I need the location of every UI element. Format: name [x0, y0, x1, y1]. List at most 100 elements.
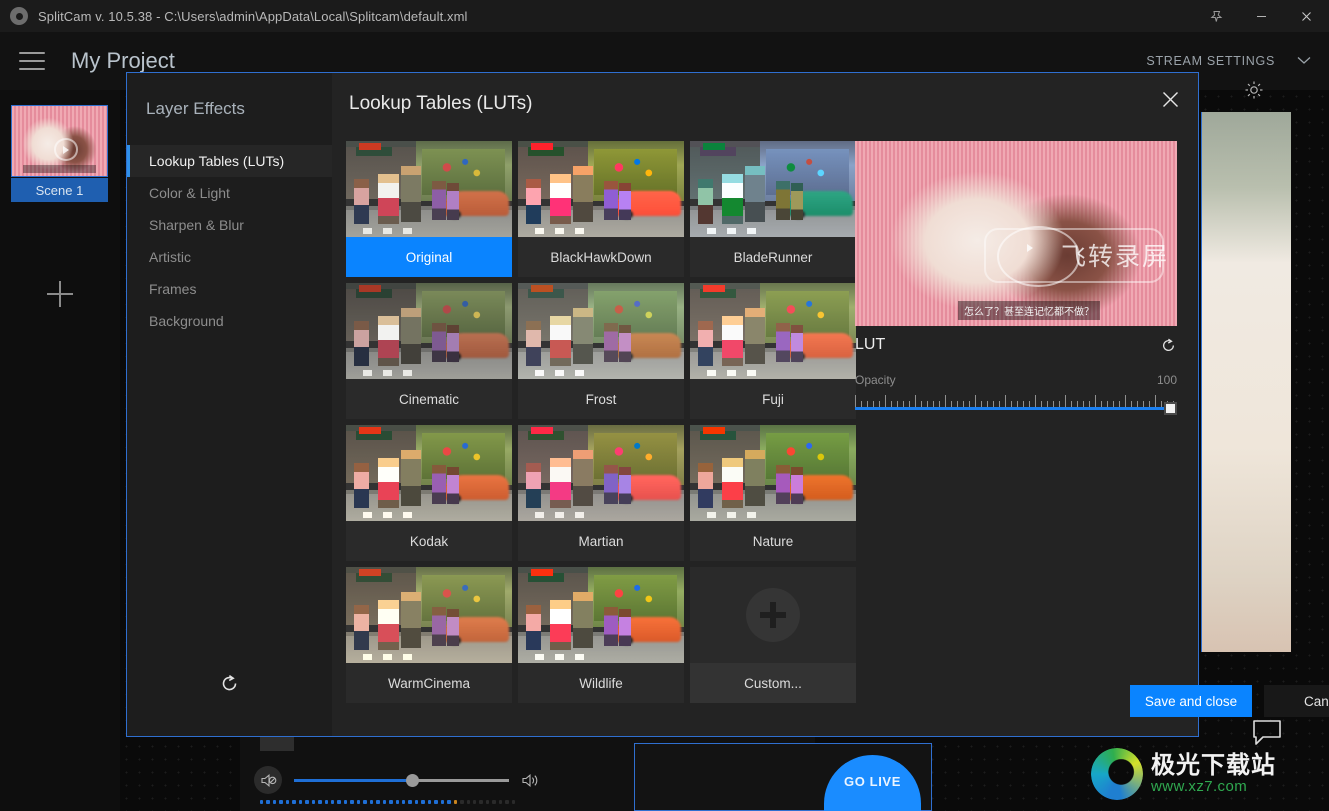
speaker-mute-icon[interactable]	[254, 766, 282, 794]
window-title: SplitCam v. 10.5.38 - C:\Users\admin\App…	[38, 8, 468, 24]
lut-label: Wildlife	[579, 675, 623, 691]
camera-chip[interactable]	[260, 735, 294, 751]
canvas-video-frame	[1202, 112, 1291, 652]
lut-label: WarmCinema	[387, 675, 470, 691]
opacity-slider[interactable]	[855, 395, 1177, 415]
lut-label: BlackHawkDown	[550, 249, 652, 265]
lut-tile-frost[interactable]: Frost	[518, 283, 684, 419]
dialog-sidebar-title: Layer Effects	[146, 99, 245, 118]
close-icon[interactable]	[1284, 0, 1329, 32]
title-bar: SplitCam v. 10.5.38 - C:\Users\admin\App…	[0, 0, 1329, 32]
watermark-title: 极光下载站	[1151, 751, 1276, 779]
lut-tile-custom[interactable]: Custom...	[690, 567, 856, 703]
dialog-title: Lookup Tables (LUTs)	[349, 93, 533, 114]
dialog-sidebar: Layer Effects Lookup Tables (LUTs) Color…	[127, 73, 332, 736]
sidebar-item-label: Artistic	[149, 249, 191, 265]
speaker-icon[interactable]	[521, 773, 540, 788]
lut-label: Fuji	[762, 391, 784, 407]
play-badge-icon	[53, 138, 79, 162]
volume-slider[interactable]	[294, 773, 509, 787]
scene-preview-image	[12, 106, 107, 176]
sidebar-item-label: Frames	[149, 281, 197, 297]
lut-label: Custom...	[690, 663, 856, 703]
preview-subtitle: 怎么了？甚至连记忆都不做？	[958, 301, 1101, 320]
lut-preview-image: 飞转录屏 怎么了？甚至连记忆都不做？	[855, 141, 1177, 326]
slider-major-ticks	[855, 395, 1177, 407]
window-controls	[1194, 0, 1329, 32]
chevron-down-icon	[1297, 52, 1311, 70]
lut-thumbnail	[518, 283, 684, 379]
save-and-close-button[interactable]: Save and close	[1130, 685, 1252, 717]
hamburger-menu-icon[interactable]	[19, 52, 45, 70]
lut-section-title: LUT	[855, 336, 886, 353]
reset-icon[interactable]	[1160, 337, 1177, 354]
scene-label[interactable]: Scene 1	[11, 178, 108, 202]
opacity-row: Opacity 100	[855, 373, 1177, 387]
cancel-button[interactable]: Cancel	[1264, 685, 1329, 717]
slider-knob[interactable]	[1164, 402, 1177, 415]
plus-icon	[746, 588, 800, 642]
lut-tile-original[interactable]: Original	[346, 141, 512, 277]
lut-label: Nature	[752, 533, 794, 549]
lut-section-header: LUT	[855, 336, 1177, 354]
lut-label: Martian	[578, 533, 624, 549]
lut-tile-warmcinema[interactable]: WarmCinema	[346, 567, 512, 703]
video-canvas[interactable]	[1201, 112, 1291, 652]
lut-tile-kodak[interactable]: Kodak	[346, 425, 512, 561]
lut-label: Cinematic	[398, 391, 460, 407]
lut-thumbnail	[346, 425, 512, 521]
splitcam-logo-icon	[10, 7, 28, 25]
sidebar-item-lookup-tables[interactable]: Lookup Tables (LUTs)	[127, 145, 332, 177]
lut-label: Original	[346, 237, 512, 277]
scene-thumbnail[interactable]	[11, 105, 108, 177]
lut-thumbnail	[690, 567, 856, 663]
lut-thumbnail	[690, 141, 856, 237]
preview-watermark-text: 飞转录屏	[1060, 242, 1169, 272]
lut-thumbnail	[690, 425, 856, 521]
page-title: My Project	[71, 48, 175, 73]
lut-thumbnail	[346, 567, 512, 663]
lut-thumbnail	[346, 283, 512, 379]
sidebar-item-label: Color & Light	[149, 185, 230, 201]
minimize-icon[interactable]	[1239, 0, 1284, 32]
scenes-rail: Scene 1	[0, 90, 120, 811]
volume-control	[254, 766, 634, 794]
reset-effects-icon[interactable]	[127, 673, 332, 694]
volume-slider-knob[interactable]	[406, 773, 419, 787]
sidebar-item-background[interactable]: Background	[127, 305, 332, 337]
opacity-label: Opacity	[855, 373, 896, 387]
sidebar-item-label: Lookup Tables (LUTs)	[149, 153, 285, 169]
sidebar-item-artistic[interactable]: Artistic	[127, 241, 332, 273]
stream-settings-label: STREAM SETTINGS	[1146, 54, 1275, 68]
plus-icon	[46, 281, 73, 307]
lut-tile-nature[interactable]: Nature	[690, 425, 856, 561]
brightness-icon[interactable]	[1231, 70, 1277, 110]
slider-fill	[855, 407, 1177, 410]
site-watermark: 极光下载站 www.xz7.com	[1091, 743, 1321, 805]
sidebar-item-frames[interactable]: Frames	[127, 273, 332, 305]
lut-tile-bladerunner[interactable]: BladeRunner	[690, 141, 856, 277]
sidebar-item-color-light[interactable]: Color & Light	[127, 177, 332, 209]
dialog-content: Lookup Tables (LUTs) Original BlackHawkD…	[332, 73, 1329, 736]
subtitle-bar	[23, 164, 96, 173]
lut-thumbnail	[518, 141, 684, 237]
lut-thumbnail	[518, 567, 684, 663]
effects-menu: Lookup Tables (LUTs) Color & Light Sharp…	[127, 145, 332, 337]
pin-icon[interactable]	[1194, 0, 1239, 32]
stream-settings-button[interactable]: STREAM SETTINGS	[1146, 52, 1329, 70]
lut-tile-fuji[interactable]: Fuji	[690, 283, 856, 419]
lut-thumbnail	[690, 283, 856, 379]
add-scene-button[interactable]	[11, 226, 108, 362]
close-icon[interactable]	[1156, 85, 1184, 113]
lut-grid: Original BlackHawkDown BladeRunner Cinem…	[346, 141, 856, 703]
lut-thumbnail	[346, 141, 512, 237]
lut-tile-blackhawkdown[interactable]: BlackHawkDown	[518, 141, 684, 277]
lut-tile-wildlife[interactable]: Wildlife	[518, 567, 684, 703]
sidebar-item-sharpen-blur[interactable]: Sharpen & Blur	[127, 209, 332, 241]
dialog-actions: Save and close Cancel	[1130, 685, 1329, 717]
lut-tile-cinematic[interactable]: Cinematic	[346, 283, 512, 419]
watermark-logo-icon	[1091, 748, 1143, 800]
lut-label: Kodak	[409, 533, 449, 549]
lut-tile-martian[interactable]: Martian	[518, 425, 684, 561]
lut-label: Frost	[585, 391, 617, 407]
